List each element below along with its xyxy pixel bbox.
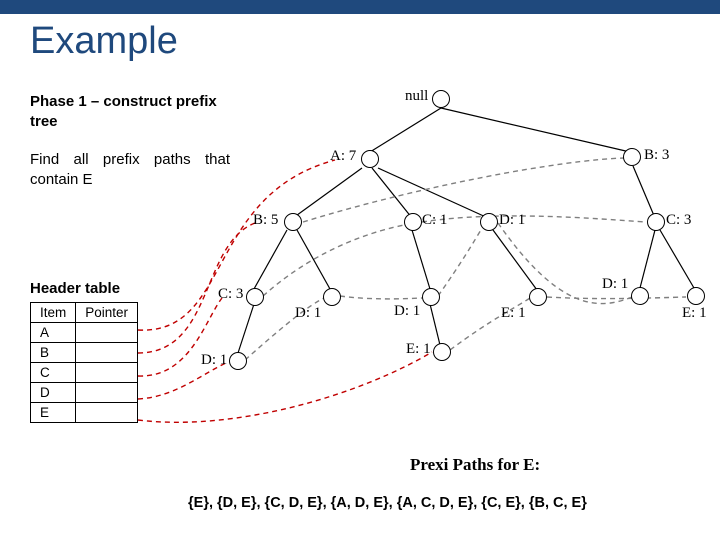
node-c1-label: C: 1 bbox=[422, 212, 447, 229]
node-c3r-label: C: 3 bbox=[666, 212, 691, 229]
node-b5-label: B: 5 bbox=[253, 212, 278, 229]
node-d1r-label: D: 1 bbox=[602, 276, 628, 293]
node-d1b-label: D: 1 bbox=[295, 305, 321, 322]
prefix-paths-title: Prexi Paths for E: bbox=[410, 455, 540, 475]
node-d1c-label: D: 1 bbox=[201, 352, 227, 369]
node-e1a-label: E: 1 bbox=[501, 305, 526, 322]
node-e1r-label: E: 1 bbox=[682, 305, 707, 322]
node-a7-label: A: 7 bbox=[330, 148, 356, 165]
node-d1a-label: D: 1 bbox=[499, 212, 525, 229]
node-null-label: null bbox=[405, 88, 428, 105]
node-e1b-label: E: 1 bbox=[406, 341, 431, 358]
node-d1d-label: D: 1 bbox=[394, 303, 420, 320]
prefix-paths-line: {E}, {D, E}, {C, D, E}, {A, D, E}, {A, C… bbox=[188, 495, 587, 511]
node-b3-label: B: 3 bbox=[644, 147, 669, 164]
node-c3b-label: C: 3 bbox=[218, 286, 243, 303]
tree-edges bbox=[0, 0, 720, 540]
